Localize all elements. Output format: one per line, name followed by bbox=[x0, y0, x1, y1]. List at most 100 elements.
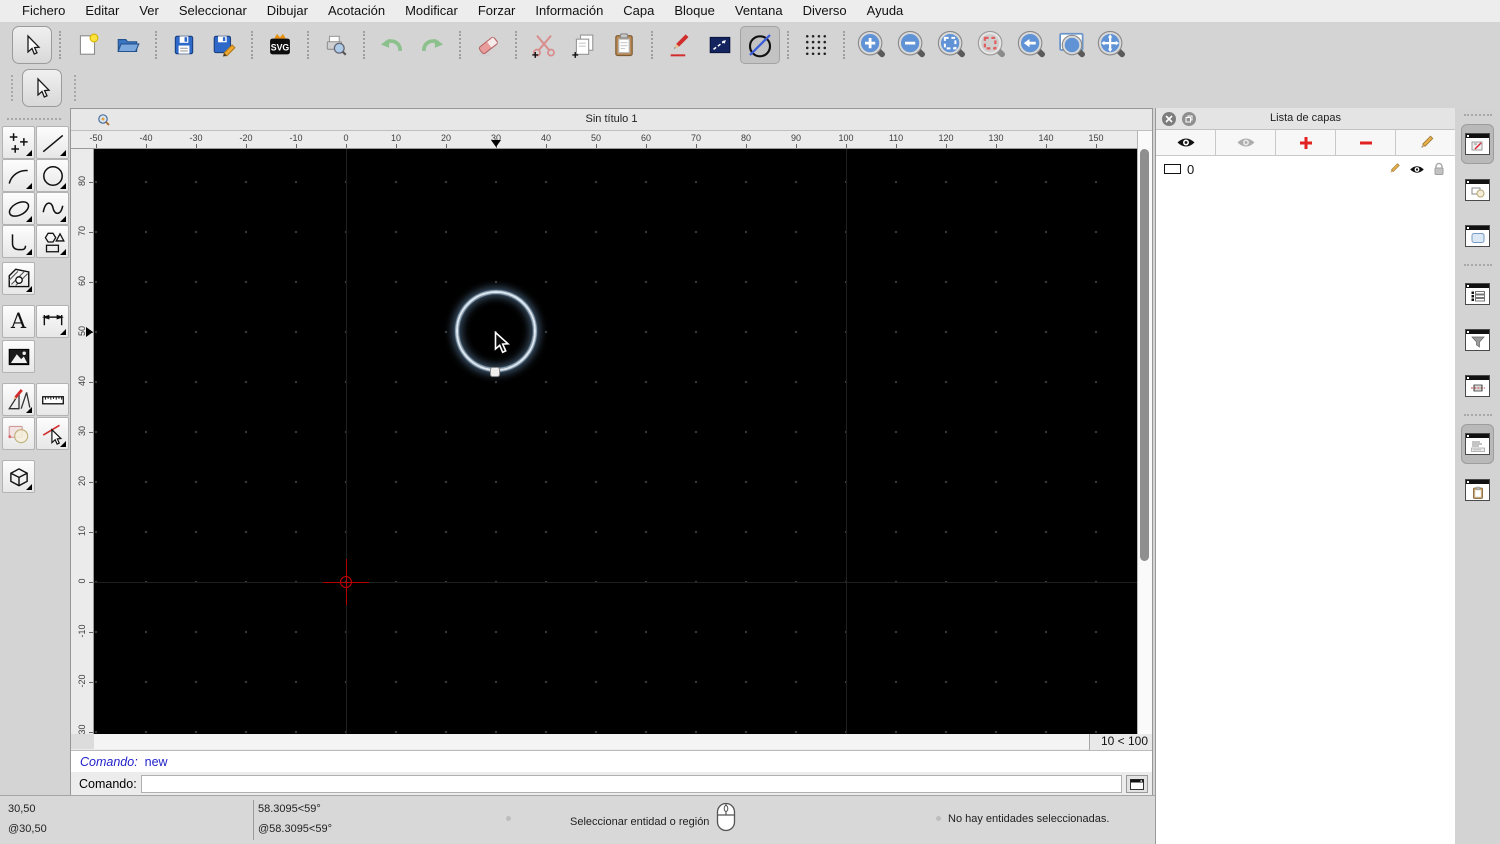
menu-acotación[interactable]: Acotación bbox=[318, 0, 395, 22]
menu-fichero[interactable]: Fichero bbox=[12, 0, 75, 22]
zoom-pan-button[interactable] bbox=[1092, 26, 1132, 64]
toolbar-handle[interactable] bbox=[74, 75, 76, 101]
menu-ver[interactable]: Ver bbox=[129, 0, 169, 22]
zoom-window-button[interactable] bbox=[1052, 26, 1092, 64]
undo-button[interactable] bbox=[372, 26, 412, 64]
menu-forzar[interactable]: Forzar bbox=[468, 0, 526, 22]
close-panel-button[interactable] bbox=[1162, 112, 1176, 126]
float-panel-button[interactable] bbox=[1182, 112, 1196, 126]
redo-icon bbox=[418, 31, 446, 59]
select-arrow-button[interactable] bbox=[12, 26, 52, 64]
zoom-redraw-button[interactable] bbox=[972, 26, 1012, 64]
modify-tool-button[interactable] bbox=[2, 383, 35, 416]
layer-visible-icon[interactable] bbox=[1409, 164, 1425, 175]
order-tool-button[interactable] bbox=[2, 417, 35, 450]
v-ruler-label: 60 bbox=[77, 276, 87, 287]
menu-información[interactable]: Información bbox=[525, 0, 613, 22]
eraser-icon bbox=[474, 31, 502, 59]
layers-panel: Lista de capas 0 bbox=[1155, 108, 1455, 844]
copy-button[interactable] bbox=[564, 26, 604, 64]
h-ruler-label: 20 bbox=[440, 133, 452, 143]
menu-dibujar[interactable]: Dibujar bbox=[257, 0, 318, 22]
library-panel-toggle[interactable] bbox=[1461, 216, 1494, 256]
cut-button[interactable] bbox=[524, 26, 564, 64]
clipboard-panel-toggle[interactable] bbox=[1461, 470, 1494, 510]
open-file-button[interactable] bbox=[108, 26, 148, 64]
toolbar-handle[interactable] bbox=[11, 75, 13, 101]
text-tool-button[interactable]: A bbox=[2, 305, 35, 338]
zoom-out-button[interactable] bbox=[892, 26, 932, 64]
points-tool-button[interactable] bbox=[2, 126, 35, 159]
zoom-in-button[interactable] bbox=[852, 26, 892, 64]
spline-tool-button[interactable] bbox=[36, 192, 69, 225]
separator bbox=[787, 31, 789, 59]
hide-all-layers-button[interactable] bbox=[1216, 130, 1276, 156]
filter-panel-toggle[interactable] bbox=[1461, 320, 1494, 360]
menu-ayuda[interactable]: Ayuda bbox=[857, 0, 914, 22]
drawing-canvas[interactable] bbox=[94, 149, 1139, 734]
save-button[interactable] bbox=[164, 26, 204, 64]
blocks-panel-toggle[interactable] bbox=[1461, 170, 1494, 210]
menu-bloque[interactable]: Bloque bbox=[664, 0, 724, 22]
vertical-scrollbar-thumb[interactable] bbox=[1140, 149, 1149, 561]
pen-attributes-button[interactable] bbox=[660, 26, 700, 64]
add-layer-button[interactable] bbox=[1276, 130, 1336, 156]
layer-lock-icon[interactable] bbox=[1433, 162, 1445, 176]
absolute-polar: 58.3095<59° bbox=[258, 803, 321, 815]
command-panel-toggle[interactable] bbox=[1461, 424, 1494, 464]
h-ruler-label: -10 bbox=[289, 133, 303, 143]
solid-tool-button[interactable] bbox=[2, 460, 35, 493]
line-attributes-button[interactable] bbox=[700, 26, 740, 64]
dock-handle[interactable] bbox=[1464, 114, 1492, 116]
layer-name: 0 bbox=[1187, 161, 1195, 177]
polyline-tool-button[interactable] bbox=[2, 225, 35, 258]
document-title-bar[interactable]: Sin título 1 bbox=[71, 109, 1152, 131]
menu-capa[interactable]: Capa bbox=[613, 0, 664, 22]
v-ruler-tick bbox=[89, 732, 93, 733]
vertical-scrollbar[interactable] bbox=[1137, 131, 1152, 734]
grid-toggle-button[interactable] bbox=[796, 26, 836, 64]
dimension-panel-toggle[interactable] bbox=[1461, 366, 1494, 406]
edit-layer-button[interactable] bbox=[1396, 130, 1455, 156]
circle-tool-button[interactable] bbox=[36, 159, 69, 192]
arrow-cursor-icon bbox=[20, 33, 44, 57]
image-tool-button[interactable] bbox=[2, 340, 35, 373]
zoom-previous-button[interactable] bbox=[1012, 26, 1052, 64]
zoom-auto-button[interactable] bbox=[932, 26, 972, 64]
select-tool-button[interactable] bbox=[22, 69, 62, 107]
export-svg-button[interactable]: SVG bbox=[260, 26, 300, 64]
circle-slash-icon bbox=[745, 30, 775, 60]
paste-button[interactable] bbox=[604, 26, 644, 64]
remove-layer-button[interactable] bbox=[1336, 130, 1396, 156]
dimension-tool-button[interactable] bbox=[36, 305, 69, 338]
horizontal-scrollbar[interactable] bbox=[71, 734, 1152, 749]
arc-tool-button[interactable] bbox=[2, 159, 35, 192]
palette-handle[interactable] bbox=[7, 118, 61, 120]
save-as-button[interactable] bbox=[204, 26, 244, 64]
redo-button[interactable] bbox=[412, 26, 452, 64]
new-file-button[interactable] bbox=[68, 26, 108, 64]
command-input[interactable] bbox=[141, 775, 1122, 793]
menu-ventana[interactable]: Ventana bbox=[725, 0, 793, 22]
menu-modificar[interactable]: Modificar bbox=[395, 0, 468, 22]
line-tool-button[interactable] bbox=[36, 126, 69, 159]
delete-button[interactable] bbox=[468, 26, 508, 64]
svg-text:SVG: SVG bbox=[271, 43, 290, 53]
draft-mode-button[interactable] bbox=[740, 26, 780, 64]
entity-list-panel-toggle[interactable] bbox=[1461, 274, 1494, 314]
edit-layer-icon[interactable] bbox=[1387, 162, 1401, 176]
show-all-layers-button[interactable] bbox=[1156, 130, 1216, 156]
polygon-tool-button[interactable] bbox=[36, 225, 69, 258]
select-entity-tool-button[interactable] bbox=[36, 417, 69, 450]
menu-diverso[interactable]: Diverso bbox=[793, 0, 857, 22]
print-preview-button[interactable] bbox=[316, 26, 356, 64]
meta-grid-line-y0 bbox=[94, 582, 1139, 583]
command-detach-button[interactable] bbox=[1126, 775, 1148, 793]
menu-seleccionar[interactable]: Seleccionar bbox=[169, 0, 257, 22]
ellipse-tool-button[interactable] bbox=[2, 192, 35, 225]
measure-tool-button[interactable] bbox=[36, 383, 69, 416]
hatch-icon bbox=[6, 266, 32, 292]
hatch-tool-button[interactable] bbox=[2, 262, 35, 295]
layers-panel-toggle[interactable] bbox=[1461, 124, 1494, 164]
menu-editar[interactable]: Editar bbox=[75, 0, 129, 22]
